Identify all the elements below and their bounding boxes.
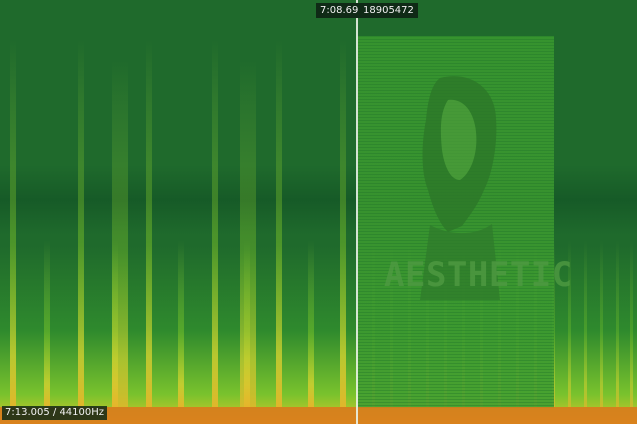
spectrogram-view[interactable]: AESTHETIC 7:08.695 18905472 7:13.005 / 4… — [0, 0, 637, 424]
hidden-image-text: AESTHETIC — [384, 255, 573, 295]
spectral-stripe — [584, 240, 587, 407]
spectral-stripe — [44, 240, 50, 407]
spectral-stripe — [212, 40, 218, 407]
spectral-stripe — [78, 40, 84, 407]
spectral-stripe — [340, 40, 346, 407]
cursor-sample-readout: 18905472 — [359, 3, 418, 18]
spectral-stripe — [308, 240, 314, 407]
spectral-stripe — [178, 240, 184, 407]
spectral-stripe — [10, 40, 16, 407]
time-samplerate-status: 7:13.005 / 44100Hz — [2, 406, 108, 420]
wide-spectral-stripe — [112, 60, 128, 407]
spectral-stripe — [616, 240, 619, 407]
spectral-stripe — [146, 40, 152, 407]
playback-cursor[interactable] — [356, 0, 358, 424]
spectral-stripe — [600, 240, 603, 407]
wide-spectral-stripe — [240, 60, 256, 407]
spectral-stripe — [630, 240, 633, 407]
spectral-stripe — [276, 40, 282, 407]
spectrogram-canvas[interactable] — [0, 0, 637, 424]
